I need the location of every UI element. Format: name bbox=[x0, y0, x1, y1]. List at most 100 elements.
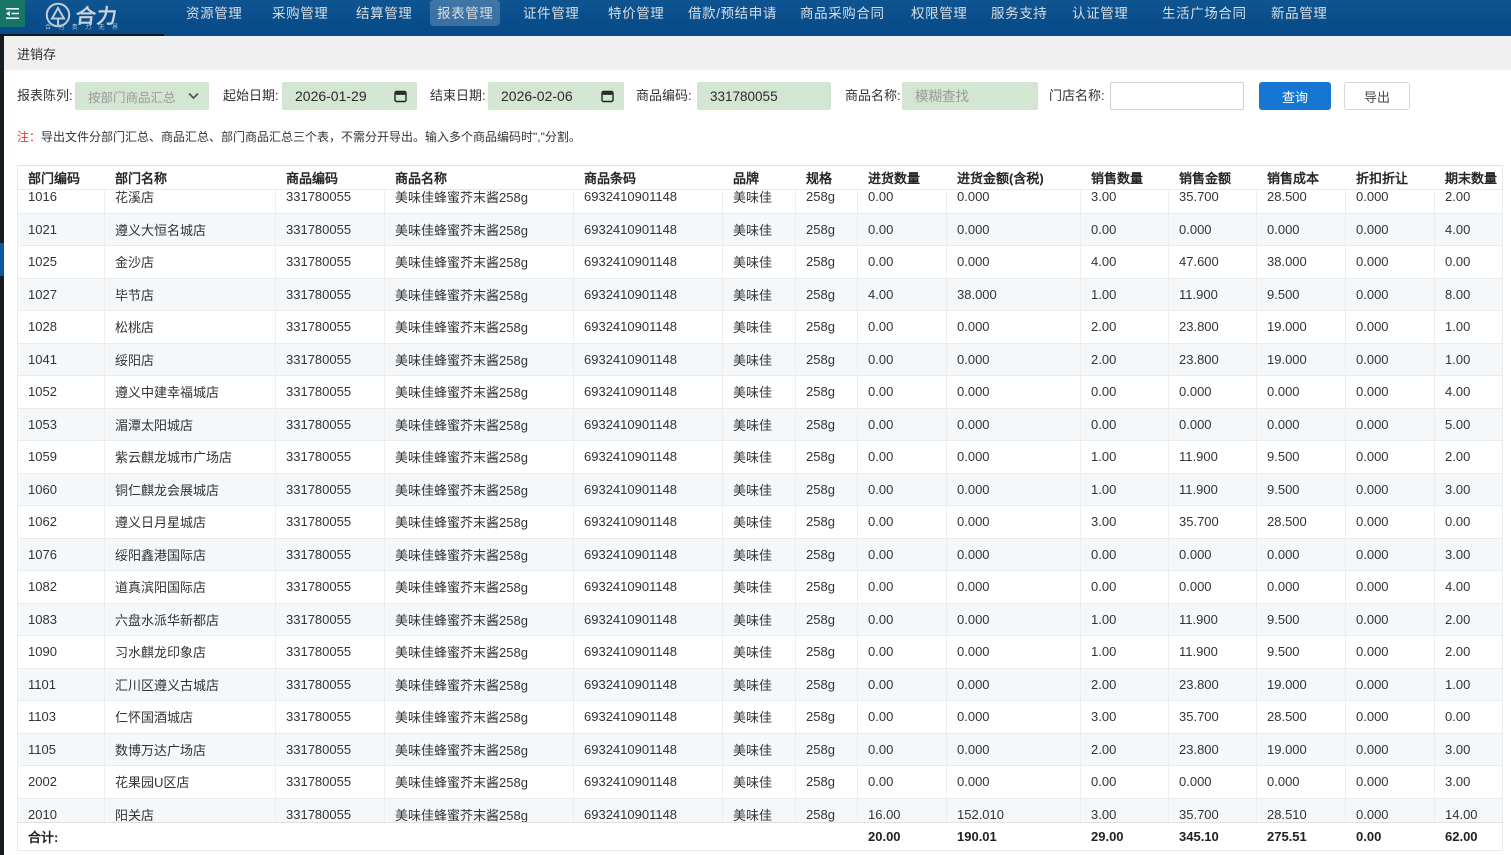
table-cell: 1052 bbox=[17, 376, 105, 409]
total-cell: 合计: bbox=[17, 822, 105, 851]
product-name-label: 商品名称: bbox=[845, 82, 901, 110]
table-cell: 美味佳蜂蜜芥末酱258g bbox=[385, 409, 574, 442]
nav-item[interactable]: 商品采购合同 bbox=[800, 0, 885, 26]
table-cell: 0.00 bbox=[858, 669, 947, 702]
total-cell bbox=[105, 822, 276, 851]
store-name-input[interactable] bbox=[1110, 82, 1244, 110]
table-cell: 6932410901148 bbox=[574, 669, 723, 702]
table-row: 1103仁怀国酒城店331780055美味佳蜂蜜芥末酱258g693241090… bbox=[17, 701, 1503, 734]
table-cell: 0.00 bbox=[858, 604, 947, 637]
sidebar-active-indicator bbox=[0, 243, 4, 276]
table-row: 1090习水麒龙印象店331780055美味佳蜂蜜芥末酱258g69324109… bbox=[17, 636, 1503, 669]
table-cell: 美味佳 bbox=[723, 571, 796, 604]
table-cell: 258g bbox=[796, 344, 858, 377]
table-cell: 258g bbox=[796, 376, 858, 409]
table-cell: 9.500 bbox=[1257, 604, 1346, 637]
total-cell bbox=[723, 822, 796, 851]
table-cell: 美味佳蜂蜜芥末酱258g bbox=[385, 539, 574, 572]
table-cell: 2.00 bbox=[1081, 344, 1169, 377]
table-cell: 1.00 bbox=[1435, 311, 1503, 344]
table-cell: 2.00 bbox=[1435, 604, 1503, 637]
report-table-container[interactable]: 部门编码部门名称商品编码商品名称商品条码品牌规格进货数量进货金额(含税)销售数量… bbox=[17, 165, 1504, 851]
filter-bar: 报表陈列: 按部门商品汇总 起始日期: 2026-01-29 结束日期: bbox=[0, 70, 1511, 120]
table-cell: 0.00 bbox=[858, 474, 947, 507]
table-cell: 6932410901148 bbox=[574, 506, 723, 539]
table-cell: 0.000 bbox=[1346, 506, 1435, 539]
nav-item[interactable]: 权限管理 bbox=[911, 0, 967, 26]
table-cell: 1083 bbox=[17, 604, 105, 637]
table-cell: 6932410901148 bbox=[574, 571, 723, 604]
table-cell: 花果园U区店 bbox=[105, 766, 276, 799]
table-cell: 38.000 bbox=[947, 279, 1081, 312]
table-cell: 19.000 bbox=[1257, 311, 1346, 344]
nav-item[interactable]: 服务支持 bbox=[991, 0, 1047, 26]
table-cell: 美味佳蜂蜜芥末酱258g bbox=[385, 506, 574, 539]
query-button[interactable]: 查询 bbox=[1259, 82, 1331, 110]
column-header: 规格 bbox=[796, 165, 858, 190]
table-cell: 0.00 bbox=[1081, 539, 1169, 572]
table-row: 1021遵义大恒名城店331780055美味佳蜂蜜芥末酱258g69324109… bbox=[17, 214, 1503, 247]
table-cell: 331780055 bbox=[276, 506, 385, 539]
table-cell: 4.00 bbox=[1435, 571, 1503, 604]
table-header-row: 部门编码部门名称商品编码商品名称商品条码品牌规格进货数量进货金额(含税)销售数量… bbox=[17, 165, 1503, 181]
table-cell: 0.000 bbox=[947, 409, 1081, 442]
table-cell: 2002 bbox=[17, 766, 105, 799]
table-row: 1053湄潭太阳城店331780055美味佳蜂蜜芥末酱258g693241090… bbox=[17, 409, 1503, 442]
table-cell: 0.000 bbox=[947, 604, 1081, 637]
nav-item[interactable]: 资源管理 bbox=[186, 0, 242, 26]
table-cell: 美味佳蜂蜜芥末酱258g bbox=[385, 441, 574, 474]
nav-item[interactable]: 特价管理 bbox=[608, 0, 664, 26]
table-cell: 2.00 bbox=[1435, 441, 1503, 474]
table-cell: 美味佳蜂蜜芥末酱258g bbox=[385, 376, 574, 409]
total-cell: 345.10 bbox=[1169, 822, 1257, 851]
nav-item[interactable]: 采购管理 bbox=[272, 0, 328, 26]
nav-item[interactable]: 结算管理 bbox=[356, 0, 412, 26]
nav-item[interactable]: 认证管理 bbox=[1072, 0, 1128, 26]
table-row: 1025金沙店331780055美味佳蜂蜜芥末酱258g693241090114… bbox=[17, 246, 1503, 279]
product-code-input[interactable] bbox=[697, 82, 831, 110]
column-header: 折扣折让 bbox=[1346, 165, 1435, 190]
table-cell: 19.000 bbox=[1257, 734, 1346, 767]
table-cell: 11.900 bbox=[1169, 441, 1257, 474]
chevron-down-icon bbox=[188, 93, 199, 100]
table-cell: 9.500 bbox=[1257, 279, 1346, 312]
page: 合力 合为贵力无界 资源管理采购管理结算管理报表管理证件管理特价管理借款/预结申… bbox=[0, 0, 1511, 855]
table-cell: 6932410901148 bbox=[574, 214, 723, 247]
table-cell: 美味佳 bbox=[723, 214, 796, 247]
table-cell: 6932410901148 bbox=[574, 344, 723, 377]
table-cell: 0.000 bbox=[1257, 539, 1346, 572]
table-cell: 遵义大恒名城店 bbox=[105, 214, 276, 247]
total-cell bbox=[796, 822, 858, 851]
table-cell: 0.00 bbox=[858, 539, 947, 572]
table-cell: 331780055 bbox=[276, 344, 385, 377]
export-button[interactable]: 导出 bbox=[1344, 82, 1410, 110]
table-cell: 0.00 bbox=[1435, 701, 1503, 734]
tab-purchase-sale-stock[interactable]: 进销存 bbox=[17, 44, 56, 63]
report-type-select[interactable]: 按部门商品汇总 bbox=[75, 82, 209, 110]
table-cell: 1.00 bbox=[1081, 279, 1169, 312]
table-cell: 331780055 bbox=[276, 604, 385, 637]
table-cell: 0.00 bbox=[858, 409, 947, 442]
column-header: 商品编码 bbox=[276, 165, 385, 190]
table-cell: 331780055 bbox=[276, 311, 385, 344]
table-cell: 258g bbox=[796, 701, 858, 734]
table-cell: 0.000 bbox=[947, 766, 1081, 799]
table-cell: 0.000 bbox=[947, 571, 1081, 604]
nav-item[interactable]: 借款/预结申请 bbox=[688, 0, 777, 26]
product-name-input[interactable] bbox=[902, 82, 1038, 110]
start-date-input[interactable]: 2026-01-29 bbox=[282, 82, 417, 110]
end-date-input[interactable]: 2026-02-06 bbox=[488, 82, 624, 110]
table-cell: 331780055 bbox=[276, 766, 385, 799]
table-cell: 美味佳蜂蜜芥末酱258g bbox=[385, 701, 574, 734]
nav-item[interactable]: 新品管理 bbox=[1271, 0, 1327, 26]
table-cell: 0.000 bbox=[1346, 376, 1435, 409]
nav-item[interactable]: 证件管理 bbox=[523, 0, 579, 26]
table-cell: 23.800 bbox=[1169, 669, 1257, 702]
table-cell: 38.000 bbox=[1257, 246, 1346, 279]
table-cell: 湄潭太阳城店 bbox=[105, 409, 276, 442]
nav-item[interactable]: 报表管理 bbox=[437, 0, 493, 26]
nav-item[interactable]: 生活广场合同 bbox=[1162, 0, 1247, 26]
collapsed-sidebar[interactable] bbox=[0, 36, 4, 855]
table-cell: 258g bbox=[796, 766, 858, 799]
table-cell: 1025 bbox=[17, 246, 105, 279]
